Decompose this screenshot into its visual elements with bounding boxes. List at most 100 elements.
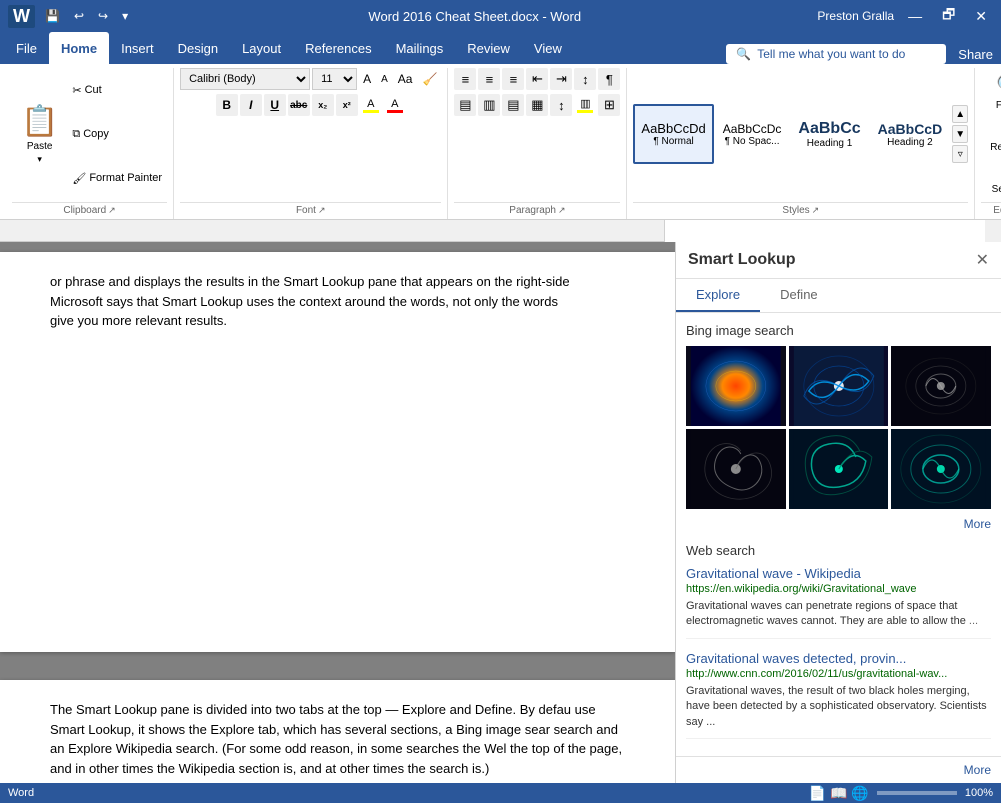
paragraph-group: ≡ ≡ ≡ ⇤ ⇥ ↕ ¶ ▤ ▥ ▤ ▦ ↕ ▥ ⊞ (448, 68, 627, 219)
search-result-2[interactable]: Gravitational waves detected, provin... … (686, 651, 991, 739)
share-button[interactable]: Share (958, 47, 993, 62)
grow-font-button[interactable]: A (359, 70, 375, 88)
change-case-button[interactable]: Aa (394, 70, 417, 88)
quick-more-button[interactable]: ▾ (118, 7, 132, 25)
numbering-button[interactable]: ≡ (478, 68, 500, 90)
font-expand-icon[interactable]: ↗ (318, 205, 326, 216)
tab-references[interactable]: References (293, 32, 383, 64)
status-view-buttons: 📄 📖 🌐 (809, 785, 869, 802)
tell-me-placeholder: Tell me what you want to do (757, 47, 905, 61)
align-left-button[interactable]: ▤ (454, 94, 476, 116)
title-bar-left: W 💾 ↩ ↪ ▾ (8, 5, 132, 28)
strikethrough-button[interactable]: abc (288, 94, 310, 116)
subscript-button[interactable]: x₂ (312, 94, 334, 116)
restore-button[interactable]: 🗗 (936, 2, 961, 30)
clipboard-expand-icon[interactable]: ↗ (108, 205, 116, 216)
image-cell-3[interactable] (891, 346, 991, 426)
style-heading-2[interactable]: AaBbCcD Heading 2 (870, 104, 951, 164)
cut-button[interactable]: ✂ Cut (67, 81, 167, 100)
web-layout-button[interactable]: 🌐 (851, 785, 868, 802)
clipboard-group-content: 📋 Paste ▾ ✂ Cut ⧉ Copy 🖌 Format Painter (12, 68, 167, 200)
title-bar: W 💾 ↩ ↪ ▾ Word 2016 Cheat Sheet.docx - W… (0, 0, 1001, 32)
italic-button[interactable]: I (240, 94, 262, 116)
image-cell-6[interactable] (891, 429, 991, 509)
paragraph-expand-icon[interactable]: ↗ (558, 205, 566, 216)
select-button[interactable]: ⬚ Select ▾ (983, 160, 1001, 200)
image-cell-2[interactable] (789, 346, 889, 426)
image-cell-5[interactable] (789, 429, 889, 509)
document-area[interactable]: or phrase and displays the results in th… (0, 242, 675, 783)
decrease-indent-button[interactable]: ⇤ (526, 68, 548, 90)
tab-mailings[interactable]: Mailings (384, 32, 456, 64)
quick-save-button[interactable]: 💾 (41, 7, 64, 25)
show-marks-button[interactable]: ¶ (598, 68, 620, 90)
styles-scroll-down[interactable]: ▼ (952, 125, 968, 143)
style-heading-1[interactable]: AaBbCc Heading 1 (790, 104, 868, 164)
panel-tab-define[interactable]: Define (760, 279, 838, 312)
line-spacing-button[interactable]: ↕ (550, 94, 572, 116)
align-right-button[interactable]: ▤ (502, 94, 524, 116)
styles-expand[interactable]: ▿ (952, 145, 968, 163)
panel-tab-explore[interactable]: Explore (676, 279, 760, 312)
underline-button[interactable]: U (264, 94, 286, 116)
image-cell-1[interactable] (686, 346, 786, 426)
format-painter-button[interactable]: 🖌 Format Painter (67, 169, 167, 188)
editing-group: 🔍 Find ▾ ⇄ Replace ⬚ Select ▾ Editing (975, 68, 1001, 219)
panel-close-button[interactable]: ✕ (976, 250, 989, 270)
clear-format-button[interactable]: 🧹 (418, 70, 441, 88)
tab-insert[interactable]: Insert (109, 32, 166, 64)
ribbon-tab-bar: File Home Insert Design Layout Reference… (0, 32, 1001, 64)
tell-me-input[interactable]: 🔍 Tell me what you want to do (726, 44, 946, 64)
font-color-button[interactable]: A (384, 94, 406, 116)
tab-layout[interactable]: Layout (230, 32, 293, 64)
read-mode-button[interactable]: 📖 (830, 785, 847, 802)
copy-button[interactable]: ⧉ Copy (67, 125, 167, 144)
bing-image-label: Bing image search (686, 323, 991, 338)
font-highlight-button[interactable]: A (360, 94, 382, 116)
style-normal[interactable]: AaBbCcDd ¶ Normal (633, 104, 713, 164)
replace-button[interactable]: ⇄ Replace (981, 118, 1001, 158)
tab-home[interactable]: Home (49, 32, 109, 64)
result-1-snippet: Gravitational waves can penetrate region… (686, 599, 991, 630)
ruler-scroll-spacer (985, 220, 1001, 242)
tab-review[interactable]: Review (455, 32, 522, 64)
image-cell-4[interactable] (686, 429, 786, 509)
superscript-button[interactable]: x² (336, 94, 358, 116)
styles-scroll-up[interactable]: ▲ (952, 105, 968, 123)
page2-text-1: The Smart Lookup pane is divided into tw… (50, 700, 625, 778)
quick-undo-button[interactable]: ↩ (70, 7, 88, 25)
font-group-content: Calibri (Body) 11 A A Aa 🧹 B I U abc x₂ … (180, 68, 441, 200)
word-count-label: Word (8, 787, 34, 799)
more-bottom-link[interactable]: More (964, 763, 991, 777)
align-center-button[interactable]: ▥ (478, 94, 500, 116)
bullets-button[interactable]: ≡ (454, 68, 476, 90)
search-result-1[interactable]: Gravitational wave - Wikipedia https://e… (686, 566, 991, 639)
minimize-button[interactable]: — (902, 6, 928, 26)
multilevel-button[interactable]: ≡ (502, 68, 524, 90)
tab-design[interactable]: Design (166, 32, 230, 64)
sort-button[interactable]: ↕ (574, 68, 596, 90)
borders-button[interactable]: ⊞ (598, 94, 620, 116)
quick-redo-button[interactable]: ↪ (94, 7, 112, 25)
style-no-space[interactable]: AaBbCcDc ¶ No Spac... (715, 104, 790, 164)
close-button[interactable]: ✕ (969, 6, 993, 27)
result-1-url: https://en.wikipedia.org/wiki/Gravitatio… (686, 583, 991, 595)
zoom-slider[interactable] (877, 791, 957, 795)
paste-button[interactable]: 📋 Paste ▾ (12, 68, 67, 200)
tab-view[interactable]: View (522, 32, 574, 64)
ribbon: 📋 Paste ▾ ✂ Cut ⧉ Copy 🖌 Format Painter (0, 64, 1001, 220)
font-family-select[interactable]: Calibri (Body) (180, 68, 310, 90)
styles-expand-icon[interactable]: ↗ (812, 205, 820, 216)
styles-group-label: Styles ↗ (633, 202, 968, 219)
find-button[interactable]: 🔍 Find ▾ (987, 68, 1001, 116)
editing-group-content: 🔍 Find ▾ ⇄ Replace ⬚ Select ▾ (981, 68, 1001, 200)
bold-button[interactable]: B (216, 94, 238, 116)
tab-file[interactable]: File (4, 32, 49, 64)
font-size-select[interactable]: 11 (312, 68, 357, 90)
increase-indent-button[interactable]: ⇥ (550, 68, 572, 90)
bing-more-link[interactable]: More (686, 517, 991, 531)
justify-button[interactable]: ▦ (526, 94, 548, 116)
print-layout-button[interactable]: 📄 (809, 785, 826, 802)
shading-button[interactable]: ▥ (574, 94, 596, 116)
shrink-font-button[interactable]: A (377, 72, 392, 87)
